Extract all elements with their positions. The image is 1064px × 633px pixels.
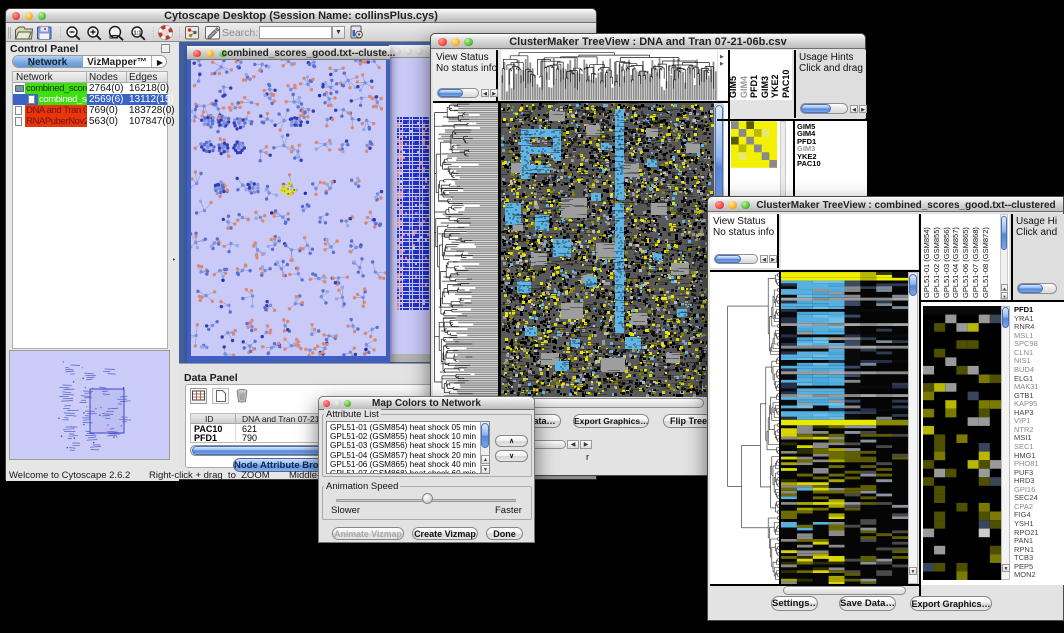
svg-text:1:1: 1:1 xyxy=(134,31,142,37)
svg-text:Search:: Search: xyxy=(222,27,258,39)
